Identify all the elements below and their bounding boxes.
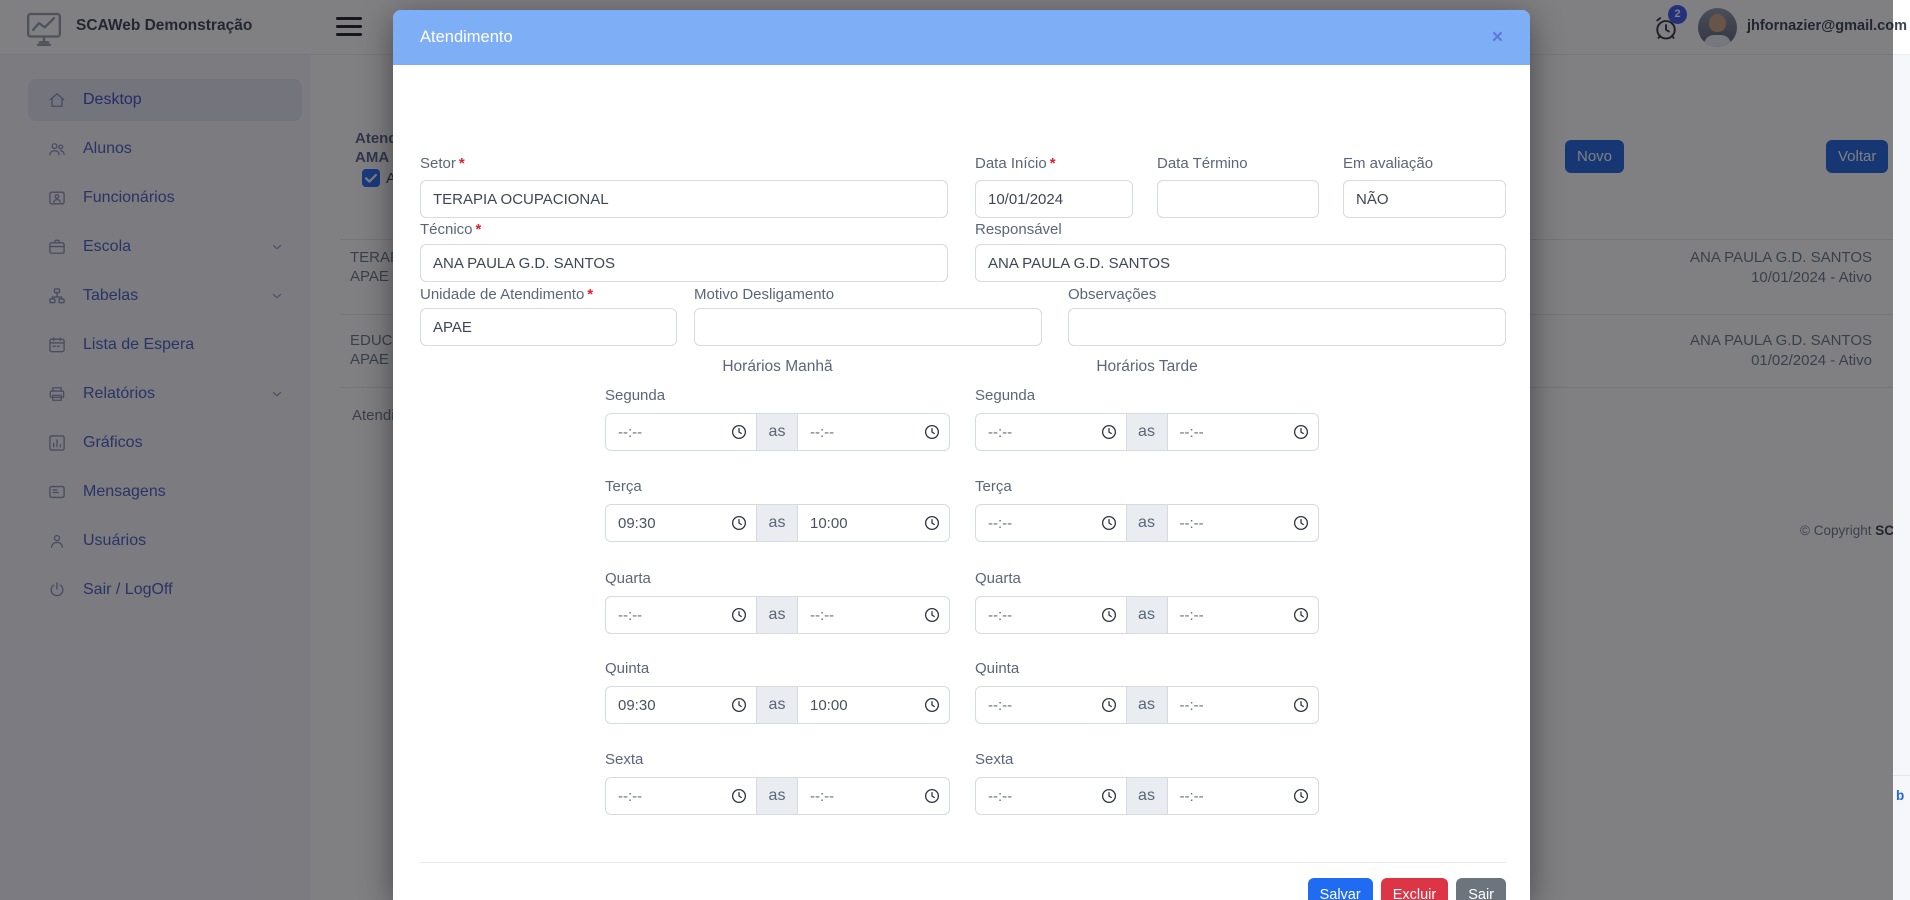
unidade-input[interactable]	[420, 308, 677, 346]
time-input-quarta-tarde-fim[interactable]	[1167, 596, 1319, 634]
time-range-quarta-tarde: as	[975, 596, 1319, 634]
excluir-button[interactable]: Excluir	[1380, 878, 1449, 900]
required-marker: *	[587, 286, 594, 303]
time-input-quinta-tarde-inicio[interactable]	[975, 686, 1127, 724]
time-separator: as	[756, 777, 798, 815]
time-input-segunda-tarde-inicio[interactable]	[975, 413, 1127, 451]
modal-title: Atendimento	[420, 28, 513, 46]
motivo-label: Motivo Desligamento	[694, 286, 835, 303]
time-input-quinta-manha-inicio[interactable]	[605, 686, 757, 724]
atendimento-modal: Atendimento × Setor* Data Início* Data T…	[393, 10, 1530, 900]
modal-body: Setor* Data Início* Data Término Em aval…	[393, 65, 1530, 900]
time-input-segunda-manha-inicio[interactable]	[605, 413, 757, 451]
required-marker: *	[1049, 155, 1056, 172]
time-range-sexta-tarde: as	[975, 777, 1319, 815]
sair-button[interactable]: Sair	[1456, 878, 1506, 900]
observacoes-label: Observações	[1068, 286, 1157, 303]
day-label-sexta: Sexta	[975, 751, 1014, 768]
day-label-terca: Terça	[605, 478, 642, 495]
observacoes-input[interactable]	[1068, 308, 1506, 346]
divider	[1893, 775, 1910, 776]
time-input-sexta-manha-inicio[interactable]	[605, 777, 757, 815]
time-input-quinta-tarde-fim[interactable]	[1167, 686, 1319, 724]
time-separator: as	[1125, 413, 1168, 451]
time-input-terca-manha-inicio[interactable]	[605, 504, 757, 542]
responsavel-label: Responsável	[975, 221, 1062, 238]
time-input-sexta-tarde-inicio[interactable]	[975, 777, 1127, 815]
time-input-terca-manha-fim[interactable]	[798, 504, 950, 542]
time-separator: as	[756, 413, 798, 451]
time-range-sexta-manha: as	[605, 777, 950, 815]
day-label-terca: Terça	[975, 478, 1012, 495]
em-avaliacao-label: Em avaliação	[1343, 155, 1434, 172]
em-avaliacao-input[interactable]	[1343, 180, 1506, 218]
time-input-quinta-manha-fim[interactable]	[798, 686, 950, 724]
data-inicio-input[interactable]	[975, 180, 1133, 218]
time-input-quarta-manha-fim[interactable]	[798, 596, 950, 634]
footer-text-fragment: b	[1896, 788, 1905, 803]
close-icon[interactable]: ×	[1492, 28, 1503, 47]
time-input-sexta-tarde-fim[interactable]	[1167, 777, 1319, 815]
day-label-quinta: Quinta	[975, 660, 1020, 677]
time-range-terca-tarde: as	[975, 504, 1319, 542]
time-input-sexta-manha-fim[interactable]	[798, 777, 950, 815]
unidade-label: Unidade de Atendimento *	[420, 286, 594, 303]
setor-label: Setor *	[420, 155, 465, 172]
time-range-terca-manha: as	[605, 504, 950, 542]
day-label-quinta: Quinta	[605, 660, 650, 677]
modal-header: Atendimento ×	[393, 10, 1530, 65]
time-range-quinta-manha: as	[605, 686, 950, 724]
time-separator: as	[756, 596, 798, 634]
tecnico-input[interactable]	[420, 244, 948, 282]
time-separator: as	[1125, 504, 1168, 542]
day-label-quarta: Quarta	[975, 570, 1021, 587]
salvar-button[interactable]: Salvar	[1307, 878, 1373, 900]
data-termino-input[interactable]	[1157, 180, 1319, 218]
data-inicio-label: Data Início *	[975, 155, 1056, 172]
time-separator: as	[1125, 596, 1168, 634]
time-separator: as	[756, 504, 798, 542]
day-label-quarta: Quarta	[605, 570, 651, 587]
time-range-segunda-manha: as	[605, 413, 950, 451]
time-input-terca-tarde-inicio[interactable]	[975, 504, 1127, 542]
divider	[420, 862, 1506, 863]
day-label-segunda: Segunda	[605, 387, 666, 404]
tecnico-label: Técnico *	[420, 221, 482, 238]
day-label-sexta: Sexta	[605, 751, 644, 768]
time-input-terca-tarde-fim[interactable]	[1167, 504, 1319, 542]
day-label-segunda: Segunda	[975, 387, 1036, 404]
time-input-segunda-manha-fim[interactable]	[798, 413, 950, 451]
horarios-tarde-heading: Horários Tarde	[1096, 358, 1198, 375]
time-input-quarta-tarde-inicio[interactable]	[975, 596, 1127, 634]
time-input-segunda-tarde-fim[interactable]	[1167, 413, 1319, 451]
time-separator: as	[756, 686, 798, 724]
time-range-quinta-tarde: as	[975, 686, 1319, 724]
responsavel-input[interactable]	[975, 244, 1506, 282]
time-range-quarta-manha: as	[605, 596, 950, 634]
modal-footer: Salvar Excluir Sair	[420, 878, 1506, 900]
time-input-quarta-manha-inicio[interactable]	[605, 596, 757, 634]
scrollbar-track[interactable]: b	[1893, 55, 1910, 900]
time-separator: as	[1125, 686, 1168, 724]
required-marker: *	[458, 155, 465, 172]
setor-input[interactable]	[420, 180, 948, 218]
time-separator: as	[1125, 777, 1168, 815]
horarios-manha-heading: Horários Manhã	[722, 358, 833, 375]
data-termino-label: Data Término	[1157, 155, 1248, 172]
required-marker: *	[475, 221, 482, 238]
time-range-segunda-tarde: as	[975, 413, 1319, 451]
motivo-input[interactable]	[694, 308, 1042, 346]
